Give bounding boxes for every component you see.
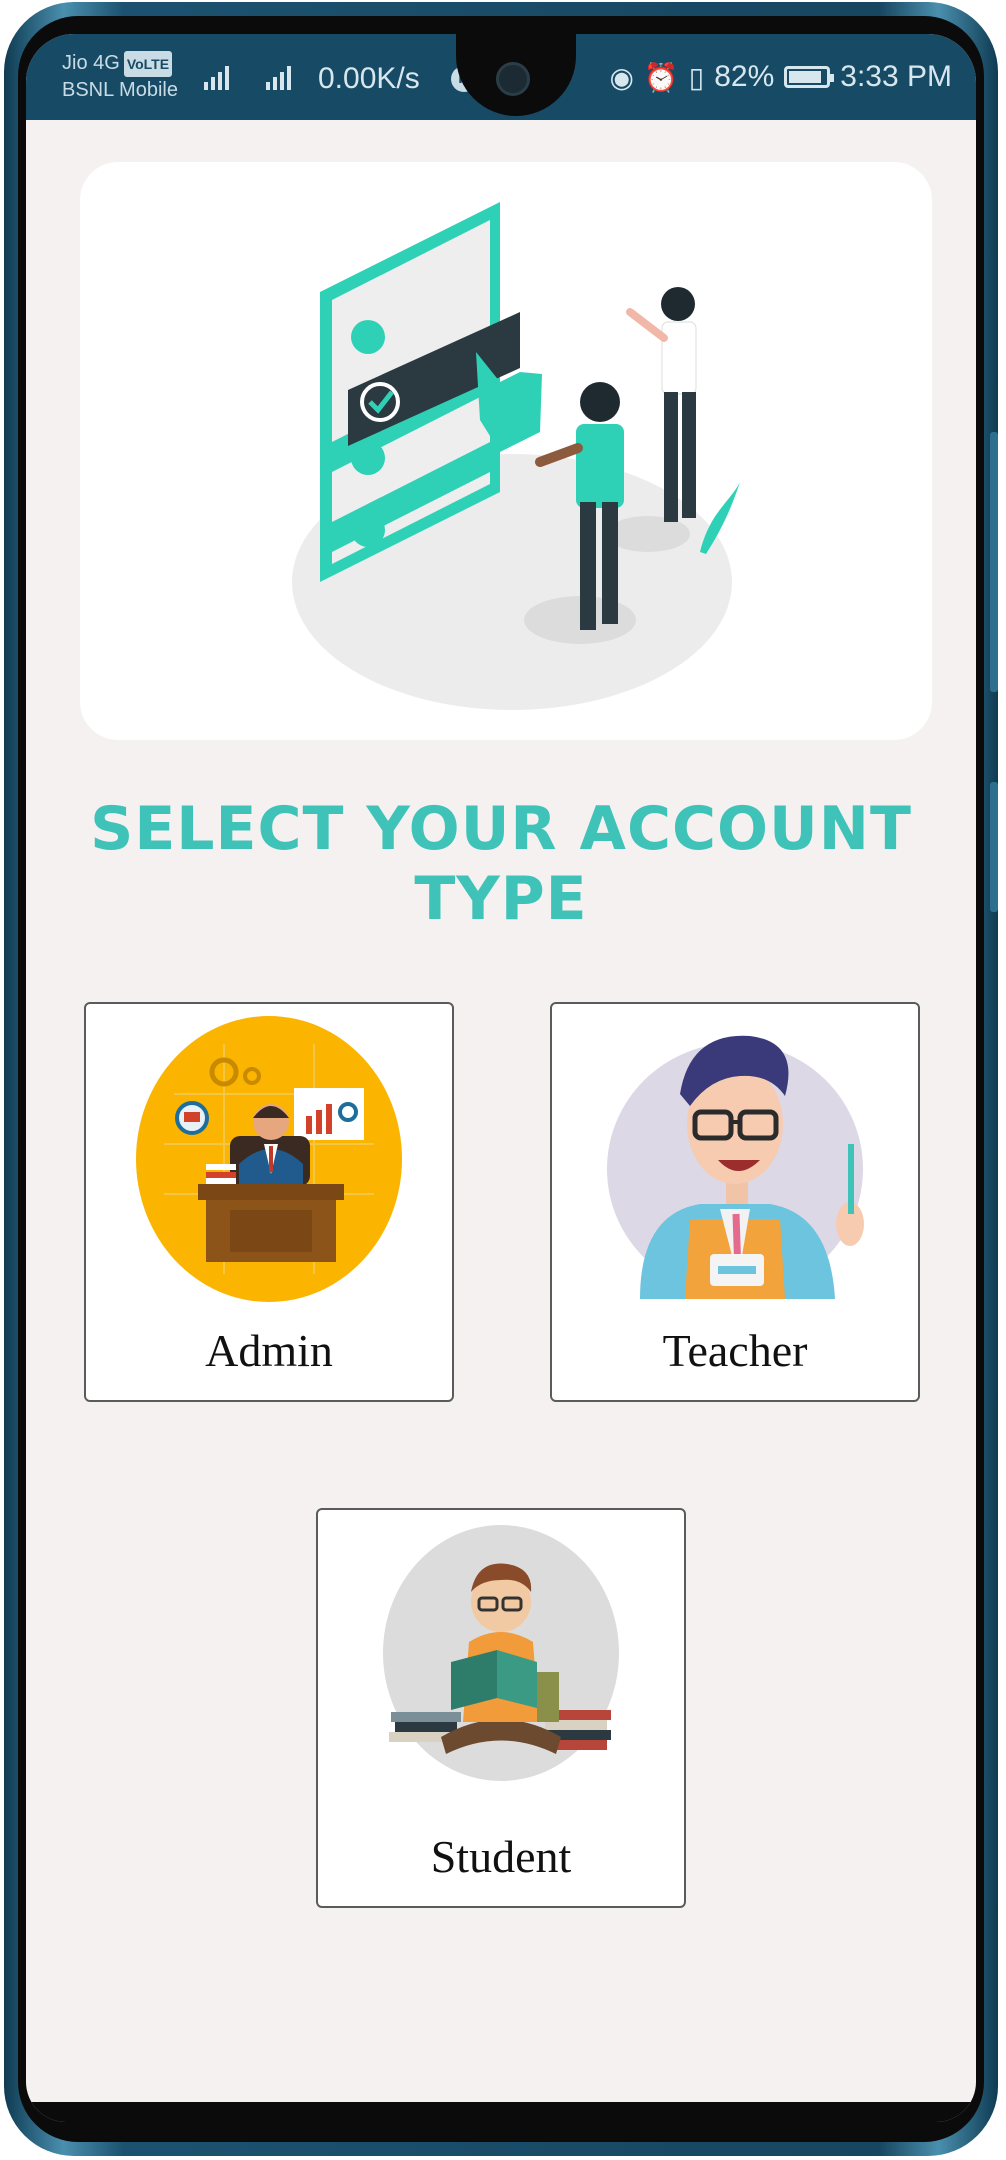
power-button [990,782,998,912]
volume-button [990,432,998,692]
carrier-1: Jio 4G [62,52,120,74]
app-screen: Jio 4GVoLTE BSNL Mobile 0.00K/s H ◉ ⏰ ▯ [26,34,976,2122]
volte-badge: VoLTE [123,51,173,77]
network-speed: 0.00K/s [318,62,420,95]
camera-icon [496,62,530,96]
clock: 3:33 PM [840,60,952,93]
carrier-info: Jio 4G VoLTE BSNL Mobile [62,50,178,103]
teacher-account-card[interactable]: Teacher [550,1002,920,1402]
signal-icon [204,66,229,90]
bottom-bezel [26,2102,976,2122]
signal-icon-2 [266,66,291,90]
voting-illustration [292,202,740,710]
teacher-label: Teacher [662,1325,808,1376]
admin-label: Admin [205,1325,333,1376]
page-title: Select your account type [90,794,912,934]
phone-frame: Jio 4GVoLTE BSNL Mobile 0.00K/s H ◉ ⏰ ▯ [4,2,998,2156]
vibrate-icon: ▯ [688,61,705,93]
alarm-icon: ⏰ [643,61,679,93]
student-account-card[interactable]: Student [316,1508,686,1908]
student-label: Student [430,1831,572,1882]
hero-illustration-card [80,162,932,740]
status-right: ◉ ⏰ ▯ 82% 3:33 PM [609,60,952,94]
admin-account-card[interactable]: Admin [84,1002,454,1402]
phone-bezel: Jio 4GVoLTE BSNL Mobile 0.00K/s H ◉ ⏰ ▯ [18,16,984,2142]
carrier-2: BSNL Mobile [62,79,178,101]
student-avatar-icon [383,1525,619,1781]
eye-icon: ◉ [609,61,634,93]
admin-avatar-icon [136,1016,402,1302]
battery-percent: 82% [714,60,775,93]
teacher-avatar-icon [607,1035,864,1299]
battery-icon [784,66,835,88]
status-bar: Jio 4GVoLTE BSNL Mobile 0.00K/s H ◉ ⏰ ▯ [26,34,976,120]
